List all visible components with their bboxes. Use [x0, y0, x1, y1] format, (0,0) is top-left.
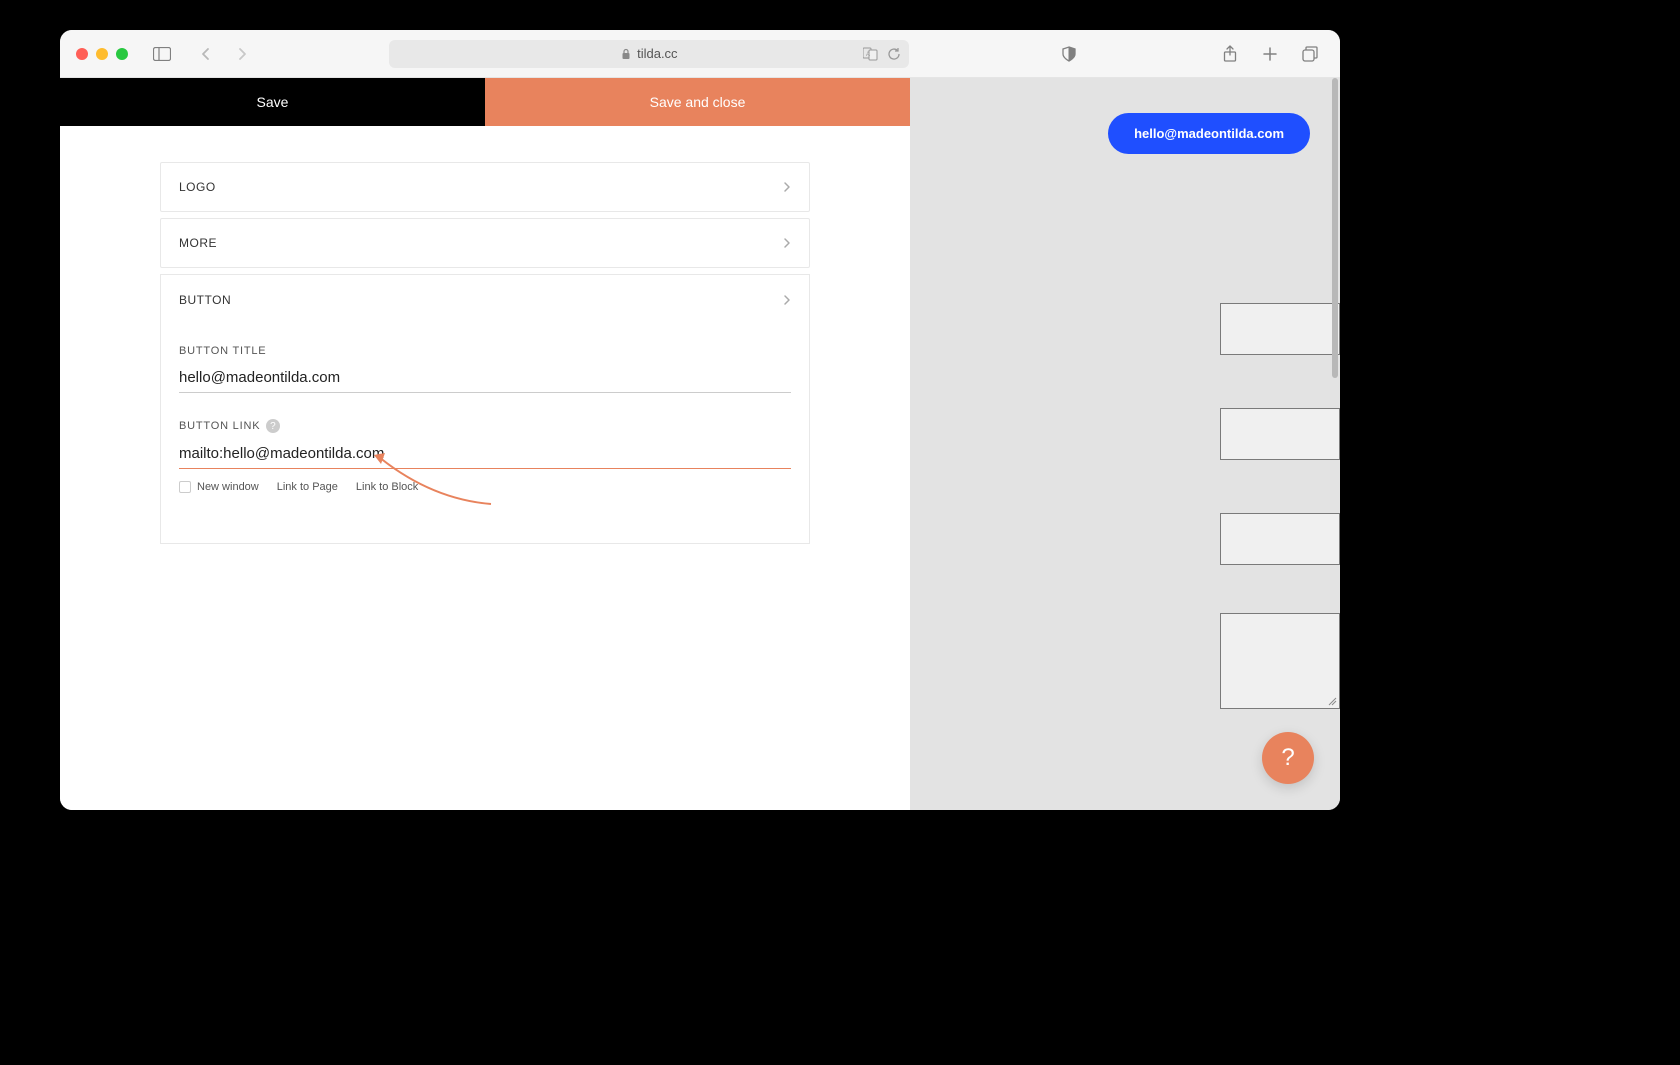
translate-icon[interactable]: A	[863, 47, 879, 61]
new-window-checkbox[interactable]: New window	[179, 481, 259, 493]
preview-cta-button[interactable]: hello@madeontilda.com	[1108, 113, 1310, 154]
browser-window: tilda.cc A	[60, 30, 1340, 810]
button-title-input[interactable]	[179, 363, 791, 393]
lock-icon	[621, 48, 631, 60]
settings-area: LOGO MORE BUTTON	[60, 126, 910, 810]
browser-chrome: tilda.cc A	[60, 30, 1340, 78]
close-window-button[interactable]	[76, 48, 88, 60]
new-tab-icon[interactable]	[1256, 40, 1284, 68]
save-close-button[interactable]: Save and close	[485, 78, 910, 126]
traffic-lights	[76, 48, 128, 60]
help-icon[interactable]: ?	[266, 419, 280, 433]
svg-text:A: A	[866, 52, 870, 58]
logo-section[interactable]: LOGO	[160, 162, 810, 212]
chevron-right-icon	[783, 181, 791, 193]
tabs-icon[interactable]	[1296, 40, 1324, 68]
reload-icon[interactable]	[887, 47, 901, 61]
maximize-window-button[interactable]	[116, 48, 128, 60]
button-section-body: BUTTON TITLE BUTTON LINK ?	[161, 325, 809, 543]
back-button-icon[interactable]	[192, 40, 220, 68]
editor-panel: Save Save and close LOGO MORE	[60, 78, 910, 810]
link-to-block[interactable]: Link to Block	[356, 481, 418, 493]
button-title-field: BUTTON TITLE	[179, 345, 791, 393]
save-button[interactable]: Save	[60, 78, 485, 126]
chevron-right-icon	[783, 294, 791, 306]
button-link-field: BUTTON LINK ? New window Link to Page Li	[179, 419, 791, 493]
save-bar: Save Save and close	[60, 78, 910, 126]
share-icon[interactable]	[1216, 40, 1244, 68]
link-options: New window Link to Page Link to Block	[179, 481, 791, 493]
help-fab-button[interactable]: ?	[1262, 732, 1314, 784]
resize-handle-icon	[1327, 696, 1337, 706]
address-bar[interactable]: tilda.cc A	[389, 40, 909, 68]
url-text: tilda.cc	[637, 46, 677, 61]
chevron-right-icon	[783, 237, 791, 249]
scrollbar[interactable]	[1332, 78, 1338, 378]
button-title-label: BUTTON TITLE	[179, 345, 791, 357]
preview-form-textarea	[1220, 613, 1340, 709]
preview-form-input	[1220, 303, 1340, 355]
preview-form-input	[1220, 513, 1340, 565]
preview-panel: hello@madeontilda.com ?	[910, 78, 1340, 810]
more-section[interactable]: MORE	[160, 218, 810, 268]
minimize-window-button[interactable]	[96, 48, 108, 60]
preview-form-input	[1220, 408, 1340, 460]
button-link-input[interactable]	[179, 439, 791, 469]
forward-button-icon[interactable]	[228, 40, 256, 68]
page-content: Save Save and close LOGO MORE	[60, 78, 1340, 810]
sidebar-toggle-icon[interactable]	[148, 40, 176, 68]
button-link-label: BUTTON LINK ?	[179, 419, 791, 433]
button-section: BUTTON BUTTON TITLE	[160, 274, 810, 544]
button-section-header[interactable]: BUTTON	[161, 275, 809, 325]
shield-icon[interactable]	[1055, 40, 1083, 68]
link-to-page[interactable]: Link to Page	[277, 481, 338, 493]
checkbox-icon	[179, 481, 191, 493]
